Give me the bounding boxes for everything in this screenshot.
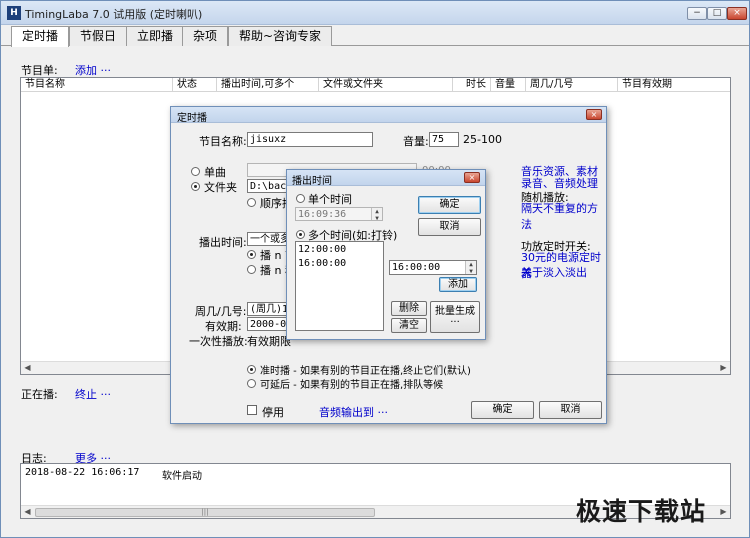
random-method-link[interactable]: 隔天不重复的方法 bbox=[521, 200, 606, 232]
single-time-value: 16:09:36 bbox=[298, 209, 347, 220]
broadcast-time-dialog: 播出时间 × 单个时间 16:09:36 ▲ ▼ 多个时间(如:打铃) 12:00… bbox=[286, 169, 486, 340]
log-entry-text: 软件启动 bbox=[162, 471, 202, 482]
program-name-label: 节目名称: bbox=[199, 135, 247, 148]
radio-sequential[interactable] bbox=[247, 198, 256, 207]
program-table-header: 节目名称 状态 播出时间,可多个 文件或文件夹 时长 音量 周几/几号 节目有效… bbox=[21, 78, 730, 92]
batch-generate-button[interactable]: 批量生成 ··· bbox=[430, 301, 480, 333]
volume-range: 25-100 bbox=[463, 133, 502, 146]
col-status[interactable]: 状态 bbox=[173, 78, 217, 92]
valid-label: 有效期: bbox=[205, 320, 242, 333]
program-ok-button[interactable]: 确定 bbox=[471, 401, 534, 419]
program-dialog-titlebar[interactable]: 定时播 × bbox=[171, 107, 606, 124]
delay-option: 可延后 - 如果有别的节目正在播,排队等候 bbox=[260, 380, 444, 391]
radio-single-track[interactable] bbox=[191, 167, 200, 176]
stop-link[interactable]: 终止 ··· bbox=[75, 386, 111, 402]
title-bar[interactable]: H TimingLaba 7.0 试用版 (定时喇叭) − □ × bbox=[1, 1, 749, 25]
time-list[interactable]: 12:00:00 16:00:00 bbox=[295, 241, 384, 331]
batch-generate-dots: ··· bbox=[450, 317, 460, 328]
col-volume[interactable]: 音量 bbox=[491, 78, 526, 92]
col-broadcast-time[interactable]: 播出时间,可多个 bbox=[217, 78, 319, 92]
audio-output-link[interactable]: 音频输出到 ··· bbox=[319, 404, 388, 420]
col-program-name[interactable]: 节目名称 bbox=[21, 78, 173, 92]
log-scroll-thumb[interactable]: ||| bbox=[35, 508, 375, 517]
app-icon: H bbox=[7, 6, 21, 20]
weekday-label: 周几/几号: bbox=[195, 305, 247, 318]
maximize-button[interactable]: □ bbox=[707, 7, 727, 20]
add-program-link[interactable]: 添加 ··· bbox=[75, 62, 111, 78]
program-name-input[interactable]: jisuxz bbox=[247, 132, 373, 147]
tab-help[interactable]: 帮助~咨询专家 bbox=[228, 26, 333, 46]
col-validity[interactable]: 节目有效期 bbox=[618, 78, 730, 92]
tab-bar: 定时播 节假日 立即播 杂项 帮助~咨询专家 bbox=[1, 26, 749, 47]
program-dialog-title: 定时播 bbox=[177, 113, 207, 124]
clear-times-button[interactable]: 清空 bbox=[391, 318, 427, 333]
program-list-label: 节目单: bbox=[21, 64, 58, 77]
volume-label: 音量: bbox=[403, 135, 429, 148]
radio-delay[interactable] bbox=[247, 379, 256, 388]
program-cancel-button[interactable]: 取消 bbox=[539, 401, 602, 419]
single-time-input[interactable]: 16:09:36 ▲ ▼ bbox=[295, 207, 383, 221]
time-dialog-title: 播出时间 bbox=[292, 176, 332, 187]
radio-multi-time[interactable] bbox=[296, 230, 305, 239]
watermark-logo: 极速下载站 bbox=[576, 497, 707, 526]
close-button[interactable]: × bbox=[727, 7, 747, 20]
new-time-value: 16:00:00 bbox=[392, 262, 441, 273]
volume-input[interactable]: 75 bbox=[429, 132, 459, 147]
time-dialog-titlebar[interactable]: 播出时间 × bbox=[287, 170, 485, 187]
time-dialog-close-icon[interactable]: × bbox=[464, 172, 480, 183]
minimize-button[interactable]: − bbox=[687, 7, 707, 20]
time-cancel-button[interactable]: 取消 bbox=[418, 218, 481, 236]
delete-time-button[interactable]: 删除 bbox=[391, 301, 427, 316]
single-time-label: 单个时间 bbox=[308, 193, 352, 206]
radio-single-label: 单曲 bbox=[204, 166, 226, 179]
new-time-spinner[interactable]: ▲ ▼ bbox=[465, 261, 476, 274]
log-entry-time: 2018-08-22 16:06:17 bbox=[25, 467, 140, 478]
once-value: 有效期限 bbox=[247, 335, 291, 348]
program-dialog-close-icon[interactable]: × bbox=[586, 109, 602, 120]
log-scroll-right-icon[interactable]: ▶ bbox=[717, 506, 730, 518]
disable-checkbox[interactable] bbox=[247, 405, 257, 415]
broadcast-time-label: 播出时间: bbox=[199, 236, 247, 249]
single-time-spinner[interactable]: ▲ ▼ bbox=[371, 208, 382, 220]
batch-generate-label: 批量生成 bbox=[435, 306, 475, 317]
col-weekday[interactable]: 周几/几号 bbox=[526, 78, 618, 92]
on-time-option: 准时播 - 如果有别的节目正在播,终止它们(默认) bbox=[260, 366, 471, 377]
add-time-button[interactable]: 添加 bbox=[439, 277, 477, 292]
time-list-item[interactable]: 16:00:00 bbox=[298, 257, 383, 271]
time-ok-button[interactable]: 确定 bbox=[418, 196, 481, 214]
radio-play-n-tracks[interactable] bbox=[247, 250, 256, 259]
new-time-input[interactable]: 16:00:00 ▲ ▼ bbox=[389, 260, 477, 275]
once-label: 一次性播放: bbox=[189, 335, 248, 348]
window-title: TimingLaba 7.0 试用版 (定时喇叭) bbox=[25, 8, 203, 21]
tab-holidays[interactable]: 节假日 bbox=[69, 26, 128, 46]
log-scroll-left-icon[interactable]: ◀ bbox=[21, 506, 34, 518]
radio-folder[interactable] bbox=[191, 182, 200, 191]
tab-timed-play[interactable]: 定时播 bbox=[11, 26, 70, 47]
scroll-right-icon[interactable]: ▶ bbox=[717, 362, 730, 374]
radio-on-time[interactable] bbox=[247, 365, 256, 374]
fade-link[interactable]: 关于淡入淡出 bbox=[521, 264, 587, 280]
tab-play-now[interactable]: 立即播 bbox=[126, 26, 185, 46]
radio-play-n-seconds[interactable] bbox=[247, 265, 256, 274]
tab-misc[interactable]: 杂项 bbox=[182, 26, 229, 46]
time-list-item[interactable]: 12:00:00 bbox=[298, 243, 383, 257]
now-playing-label: 正在播: bbox=[21, 388, 58, 401]
col-file-or-folder[interactable]: 文件或文件夹 bbox=[319, 78, 453, 92]
col-duration[interactable]: 时长 bbox=[453, 78, 491, 92]
radio-single-time[interactable] bbox=[296, 194, 305, 203]
scroll-left-icon[interactable]: ◀ bbox=[21, 362, 34, 374]
radio-folder-label: 文件夹 bbox=[204, 181, 237, 194]
disable-label: 停用 bbox=[262, 406, 284, 419]
